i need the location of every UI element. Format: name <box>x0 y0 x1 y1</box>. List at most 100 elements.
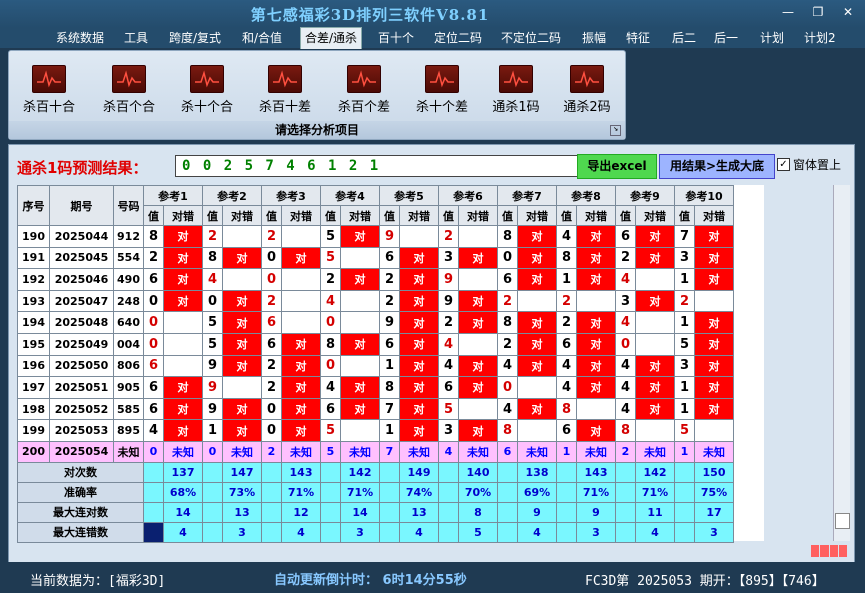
cell-wrong <box>340 419 380 442</box>
table-row[interactable]: 197 2025051 905 6 对 9 2 对 4 对 8 对 6 对 0 4 对 4 对 1 对 <box>17 376 734 399</box>
stats-value: 4 <box>517 521 557 543</box>
menu-item-4[interactable]: 合差/通杀 <box>300 27 363 49</box>
stats-row: 准确率 68% 73% 71% 71% 74% 70% 69% 71% 71% 75% <box>17 481 734 503</box>
header-ref-group[interactable]: 参考7 <box>497 185 557 206</box>
header-ref-group[interactable]: 参考10 <box>674 185 734 206</box>
table-row[interactable]: 195 2025049 004 0 5 对 6 对 8 对 6 对 4 2 对 6 对 0 5 对 <box>17 332 734 356</box>
menu-item-11[interactable]: 后一 <box>710 28 742 48</box>
cell-value: 2 <box>261 354 282 378</box>
stats-selected-cell[interactable] <box>143 521 164 543</box>
table-row[interactable]: 192 2025046 490 6 对 4 0 2 对 2 对 9 6 对 1 对 4 1 对 <box>17 268 734 291</box>
header-value: 值 <box>615 205 636 226</box>
cell-value: 0 <box>261 419 282 442</box>
stay-on-top-checkbox[interactable]: ✓ 窗体置上 <box>777 156 841 173</box>
cell-correct: 对 <box>694 376 734 399</box>
cell-wrong <box>340 354 380 378</box>
menu-item-0[interactable]: 系统数据 <box>52 28 108 48</box>
menu-item-5[interactable]: 百十个 <box>374 28 418 48</box>
cell-value: 0 <box>202 440 223 463</box>
stats-value: 12 <box>281 501 321 523</box>
prediction-result-field[interactable]: 0 0 2 5 7 4 6 1 2 1 <box>175 155 587 177</box>
cell-correct: 对 <box>222 354 262 378</box>
menu-item-2[interactable]: 跨度/复式 <box>165 28 225 48</box>
generate-base-button[interactable]: 用结果>生成大底 <box>659 154 775 179</box>
cell-value: 8 <box>556 246 577 270</box>
close-button[interactable]: ✕ <box>837 4 859 20</box>
table-row[interactable]: 199 2025053 895 4 对 1 对 0 对 5 1 对 3 对 8 6 对 8 5 <box>17 419 734 442</box>
stats-spacer <box>202 501 223 523</box>
table-row[interactable]: 198 2025052 585 6 对 9 对 0 对 6 对 7 对 5 4 对 8 4 对 1 对 <box>17 397 734 421</box>
header-ref-group[interactable]: 参考3 <box>261 185 321 206</box>
cell-correct: 对 <box>458 311 498 334</box>
ribbon-button-5[interactable]: 杀十个差 <box>407 65 477 115</box>
cell-number: 905 <box>113 376 144 399</box>
table-row-pending[interactable]: 200 2025054 未知 0 未知 0 未知 2 未知 5 未知 7 未知 4 未知 6 未知 1 未知 2 未知 1… <box>17 440 734 463</box>
stats-value: 71% <box>635 481 675 503</box>
ribbon-expand-icon[interactable]: ↘ <box>610 125 621 136</box>
header-ref-group[interactable]: 参考9 <box>615 185 675 206</box>
ribbon-button-2[interactable]: 杀十个合 <box>172 65 242 115</box>
menu-item-1[interactable]: 工具 <box>120 28 152 48</box>
header-ref-group[interactable]: 参考2 <box>202 185 262 206</box>
menu-item-3[interactable]: 和/合值 <box>238 28 286 48</box>
header-ref-group[interactable]: 参考5 <box>379 185 439 206</box>
export-excel-button[interactable]: 导出excel <box>577 154 657 179</box>
cell-correct: 对 <box>399 289 439 313</box>
cell-wrong <box>222 225 262 248</box>
cell-correct: 对 <box>399 268 439 291</box>
table-row[interactable]: 191 2025045 554 2 对 8 对 0 对 5 6 对 3 对 0 对 8 对 2 对 3 对 <box>17 246 734 270</box>
ribbon-button-3[interactable]: 杀百十差 <box>250 65 320 115</box>
vertical-scrollbar[interactable] <box>833 185 850 541</box>
cell-value: 0 <box>261 268 282 291</box>
stats-value: 3 <box>340 521 380 543</box>
cell-value: 4 <box>438 354 459 378</box>
cell-correct: 对 <box>222 332 262 356</box>
cell-value: 6 <box>320 397 341 421</box>
ribbon-button-label: 杀百个差 <box>337 100 390 115</box>
result-panel: 通杀1码预测结果： 0 0 2 5 7 4 6 1 2 1 导出excel 用结… <box>8 144 855 564</box>
checkbox-check-icon[interactable]: ✓ <box>777 158 790 171</box>
cell-value: 5 <box>320 246 341 270</box>
menu-item-10[interactable]: 后二 <box>668 28 700 48</box>
table-row[interactable]: 190 2025044 912 8 对 2 2 5 对 9 2 8 对 4 对 6 对 7 对 <box>17 225 734 248</box>
menu-item-6[interactable]: 定位二码 <box>430 28 486 48</box>
ribbon-button-label: 杀十个差 <box>415 100 468 115</box>
header-ref-group[interactable]: 参考6 <box>438 185 498 206</box>
menu-item-12[interactable]: 计划 <box>756 28 788 48</box>
menu-item-13[interactable]: 计划2 <box>800 28 840 48</box>
menu-item-7[interactable]: 不定位二码 <box>497 28 565 48</box>
header-ref-group[interactable]: 参考4 <box>320 185 380 206</box>
cell-unknown: 未知 <box>163 440 203 463</box>
menu-item-9[interactable]: 特征 <box>622 28 654 48</box>
cell-value: 0 <box>497 246 518 270</box>
ribbon-button-6[interactable]: 通杀1码 <box>481 65 551 115</box>
table-row[interactable]: 196 2025050 806 6 9 对 2 对 0 1 对 4 对 4 对 4 对 4 对 3 对 <box>17 354 734 378</box>
minimize-button[interactable]: — <box>777 4 799 20</box>
stats-spacer <box>379 521 400 543</box>
cell-value: 0 <box>320 354 341 378</box>
latest-draw-status: FC3D第 2025053 期开：【895】【746】 <box>585 574 825 589</box>
ribbon-button-4[interactable]: 杀百个差 <box>329 65 399 115</box>
cell-value: 4 <box>615 397 636 421</box>
header-ref-group[interactable]: 参考8 <box>556 185 616 206</box>
stats-spacer <box>674 481 695 503</box>
cell-value: 0 <box>261 397 282 421</box>
stats-value: 3 <box>694 521 734 543</box>
header-ref-group[interactable]: 参考1 <box>143 185 203 206</box>
cell-wrong <box>340 289 380 313</box>
ribbon-button-1[interactable]: 杀百个合 <box>94 65 164 115</box>
table-row[interactable]: 193 2025047 248 0 对 0 对 2 4 2 对 9 对 2 2 3 对 2 <box>17 289 734 313</box>
ribbon-button-7[interactable]: 通杀2码 <box>552 65 622 115</box>
stats-value: 4 <box>399 521 439 543</box>
restore-button[interactable]: ❐ <box>807 4 829 20</box>
scrollbar-thumb[interactable] <box>835 513 850 529</box>
header-value: 值 <box>497 205 518 226</box>
cell-correct: 对 <box>576 419 616 442</box>
menu-item-8[interactable]: 振幅 <box>578 28 610 48</box>
ribbon-button-0[interactable]: 杀百十合 <box>14 65 84 115</box>
chart-icon <box>112 65 146 93</box>
header-value: 值 <box>674 205 695 226</box>
cell-correct: 对 <box>340 332 380 356</box>
cell-value: 6 <box>143 397 164 421</box>
table-row[interactable]: 194 2025048 640 0 5 对 6 0 9 对 2 对 8 对 2 对 4 1 对 <box>17 311 734 334</box>
